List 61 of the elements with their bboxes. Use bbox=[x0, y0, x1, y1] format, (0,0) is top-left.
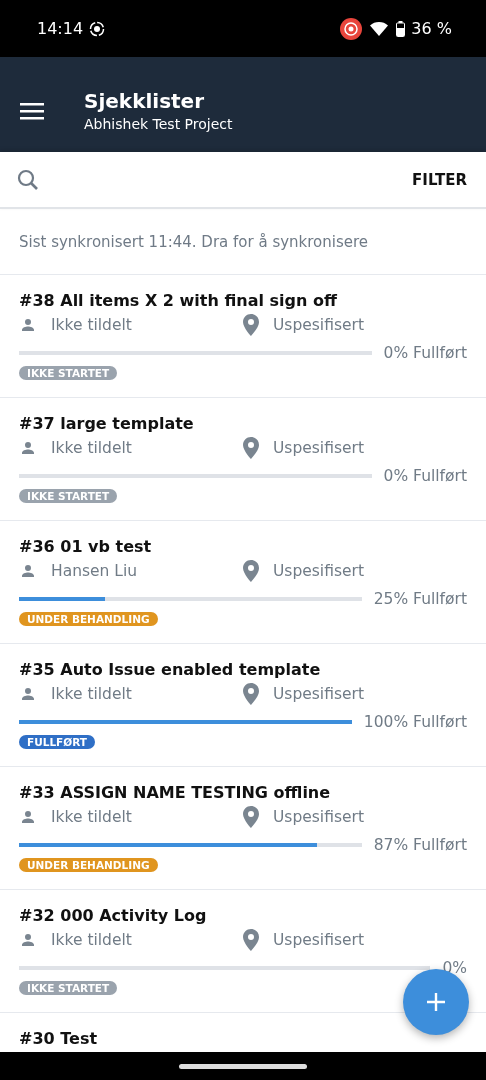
progress-text: 25% Fullført bbox=[373, 590, 467, 608]
location-pin-icon bbox=[243, 806, 259, 828]
person-icon bbox=[19, 316, 37, 334]
location-text: Uspesifisert bbox=[273, 316, 364, 334]
checklist-item[interactable]: #33 ASSIGN NAME TESTING offline Ikke tildelt Uspesifisert 87% Fullført UNDER BEHANDLING bbox=[0, 767, 486, 890]
location-text: Uspesifisert bbox=[273, 685, 364, 703]
location-text: Uspesifisert bbox=[273, 562, 364, 580]
location-text: Uspesifisert bbox=[273, 439, 364, 457]
checklist-title: #30 Test bbox=[19, 1029, 99, 1048]
progress-text: 0% Fullført bbox=[383, 344, 467, 362]
progress-text: 100% Fullført bbox=[363, 713, 467, 731]
checklist-item[interactable]: #36 01 vb test Hansen Liu Uspesifisert 25% Fullført UNDER BEHANDLING bbox=[0, 521, 486, 644]
checklist-item[interactable]: #38 All items X 2 with final sign off Ikke tildelt Uspesifisert 0% Fullført IKKE STARTET bbox=[0, 275, 486, 398]
location-pin-icon bbox=[243, 314, 259, 336]
person-icon bbox=[19, 931, 37, 949]
plus-icon bbox=[426, 992, 446, 1012]
assignee-text: Ikke tildelt bbox=[51, 316, 132, 334]
location-text: Uspesifisert bbox=[273, 808, 364, 826]
status-badge: FULLFØRT bbox=[19, 735, 95, 749]
location-pin-icon bbox=[243, 437, 259, 459]
checklist-title: #37 large template bbox=[19, 414, 195, 433]
filter-button[interactable]: FILTER bbox=[412, 166, 467, 193]
screen-record-icon bbox=[340, 17, 363, 40]
assignee-text: Ikke tildelt bbox=[51, 931, 132, 949]
progress-text: 87% Fullført bbox=[373, 836, 467, 854]
person-icon bbox=[19, 808, 37, 826]
status-badge: IKKE STARTET bbox=[19, 981, 118, 995]
progress-text: 0% Fullført bbox=[383, 467, 467, 485]
status-badge: IKKE STARTET bbox=[19, 489, 118, 503]
assignee-text: Ikke tildelt bbox=[51, 808, 132, 826]
status-badge: UNDER BEHANDLING bbox=[19, 858, 158, 872]
status-badge: UNDER BEHANDLING bbox=[19, 612, 158, 626]
record-icon bbox=[89, 20, 106, 37]
location-pin-icon bbox=[243, 929, 259, 951]
location-pin-icon bbox=[243, 683, 259, 705]
screen-title: Sjekklister bbox=[84, 89, 206, 113]
location-text: Uspesifisert bbox=[273, 931, 364, 949]
checklist-title: #38 All items X 2 with final sign off bbox=[19, 291, 338, 310]
home-indicator[interactable] bbox=[179, 1063, 307, 1069]
assignee-text: Ikke tildelt bbox=[51, 685, 132, 703]
menu-icon[interactable] bbox=[20, 101, 44, 120]
status-time: 14:14 bbox=[37, 19, 84, 38]
checklist-title: #36 01 vb test bbox=[19, 537, 153, 556]
person-icon bbox=[19, 439, 37, 457]
search-icon[interactable] bbox=[16, 167, 40, 192]
assignee-text: Hansen Liu bbox=[51, 562, 138, 580]
project-name: Abhishek Test Project bbox=[84, 116, 233, 132]
sync-status-text: Sist synkronisert 11:44. Dra for å synkronisere bbox=[19, 232, 369, 251]
checklist-title: #33 ASSIGN NAME TESTING offline bbox=[19, 783, 332, 802]
checklist-item[interactable]: #37 large template Ikke tildelt Uspesifisert 0% Fullført IKKE STARTET bbox=[0, 398, 486, 521]
wifi-icon bbox=[370, 21, 389, 36]
checklist-item[interactable]: #35 Auto Issue enabled template Ikke tildelt Uspesifisert 100% Fullført FULLFØRT bbox=[0, 644, 486, 767]
battery-icon bbox=[396, 20, 406, 37]
person-icon bbox=[19, 562, 37, 580]
person-icon bbox=[19, 685, 37, 703]
status-badge: IKKE STARTET bbox=[19, 366, 118, 380]
battery-level: 36 % bbox=[411, 19, 452, 38]
location-pin-icon bbox=[243, 560, 259, 582]
checklist-title: #32 000 Activity Log bbox=[19, 906, 208, 925]
checklist-title: #35 Auto Issue enabled template bbox=[19, 660, 322, 679]
assignee-text: Ikke tildelt bbox=[51, 439, 132, 457]
